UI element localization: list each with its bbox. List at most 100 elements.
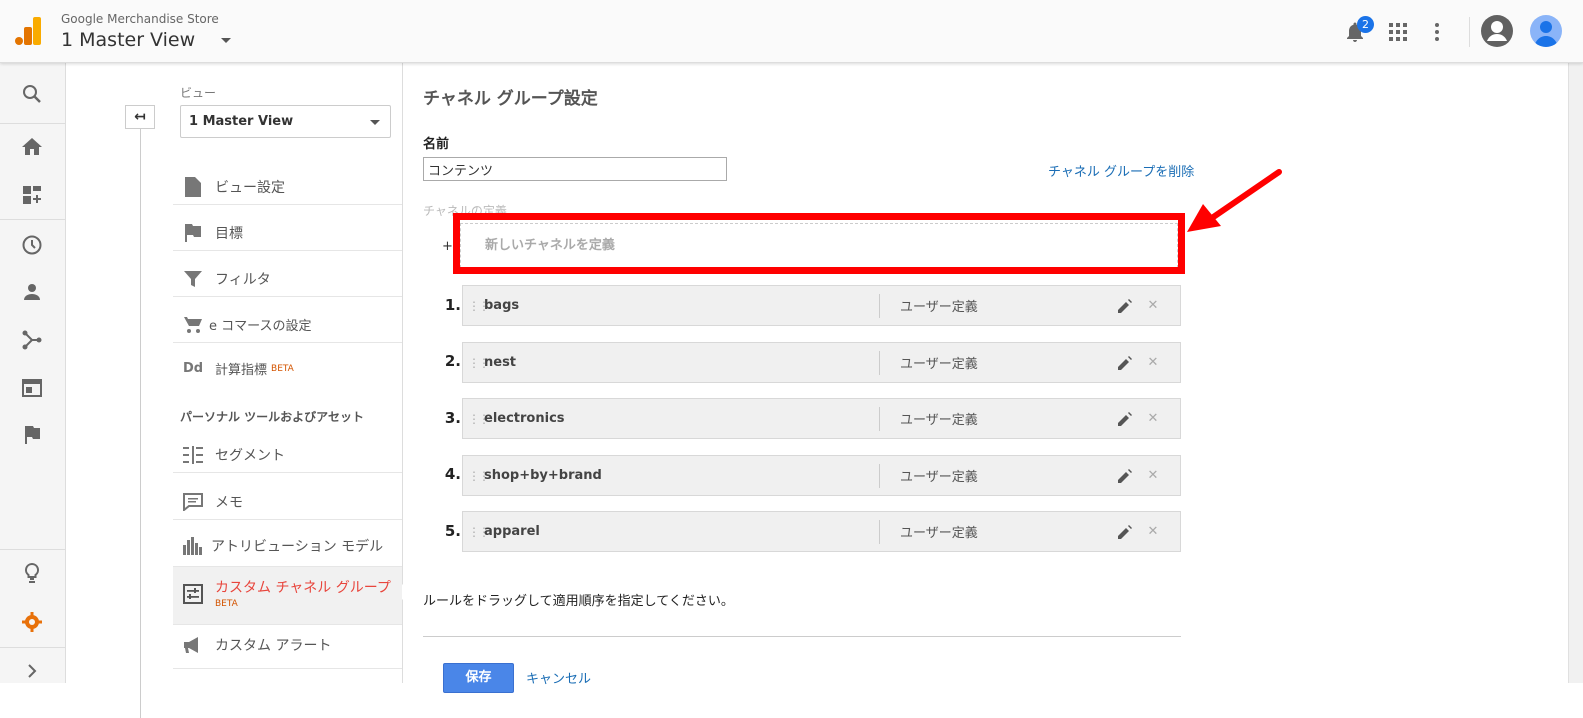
menu-item-custom-alerts[interactable]: カスタム アラート: [173, 627, 402, 662]
nav-divider: [0, 219, 66, 220]
drag-handle-icon[interactable]: ⋮⋮: [468, 525, 490, 539]
rule-name: apparel: [482, 519, 880, 544]
left-nav: [0, 63, 66, 683]
plus-icon: +: [442, 239, 453, 254]
rule-number: 1.: [444, 296, 461, 314]
rule-type: ユーザー定義: [900, 300, 978, 315]
menu-item-filters[interactable]: フィルタ: [173, 261, 402, 296]
define-new-channel-button[interactable]: 新しいチャネルを定義: [460, 223, 1178, 268]
drag-handle-icon[interactable]: ⋮⋮: [468, 356, 490, 370]
nav-divider: [0, 123, 66, 124]
analytics-logo-icon[interactable]: [15, 17, 41, 45]
settings-gear-icon[interactable]: [20, 610, 44, 634]
section-title: パーソナル ツールおよびアセット: [180, 410, 364, 424]
scrollbar[interactable]: [1568, 63, 1583, 683]
drag-handle-icon[interactable]: ⋮⋮: [468, 412, 490, 426]
nav-divider: [0, 647, 66, 648]
close-icon[interactable]: ✕: [1143, 298, 1163, 313]
menu-item-label: メモ: [215, 494, 243, 511]
lightbulb-icon[interactable]: [20, 561, 44, 585]
channel-rule-row[interactable]: ⋮⋮ electronics ユーザー定義 ✕: [462, 398, 1181, 439]
name-input[interactable]: [423, 157, 727, 181]
admin-view-panel: ↤ ビュー 1 Master View ビュー設定 目標 フィルタ e コマース…: [66, 63, 410, 718]
account-circle-icon[interactable]: [1481, 15, 1513, 47]
more-vert-icon[interactable]: [1425, 20, 1449, 44]
menu-item-annotations[interactable]: メモ: [173, 484, 402, 519]
close-icon[interactable]: ✕: [1143, 411, 1163, 426]
view-selector[interactable]: 1 Master View: [61, 29, 232, 51]
toolbar-divider: [1469, 17, 1470, 47]
menu-divider: [173, 342, 402, 343]
menu-item-calculated-metrics[interactable]: Dd 計算指標 BETA: [173, 351, 402, 386]
rule-type: ユーザー定義: [900, 526, 978, 541]
nav-divider: [0, 549, 66, 550]
menu-item-label: フィルタ: [215, 271, 271, 288]
behavior-icon[interactable]: [20, 376, 44, 400]
megaphone-icon: [181, 634, 205, 656]
menu-item-ecommerce[interactable]: e コマースの設定: [173, 307, 402, 342]
close-icon[interactable]: ✕: [1143, 468, 1163, 483]
menu-item-label: ビュー設定: [215, 179, 285, 196]
rule-type: ユーザー定義: [900, 470, 978, 485]
top-bar: Google Merchandise Store 1 Master View 2: [0, 0, 1583, 63]
rule-number: 4.: [444, 465, 461, 483]
menu-item-label: 目標: [215, 225, 243, 242]
drag-handle-icon[interactable]: ⋮⋮: [468, 299, 490, 313]
view-label: ビュー: [180, 86, 217, 100]
close-icon[interactable]: ✕: [1143, 355, 1163, 370]
rule-name: electronics: [482, 406, 880, 431]
channel-rule-row[interactable]: ⋮⋮ shop+by+brand ユーザー定義 ✕: [462, 455, 1181, 496]
dd-icon: Dd: [182, 361, 204, 376]
channel-rule-row[interactable]: ⋮⋮ bags ユーザー定義 ✕: [462, 285, 1181, 326]
definition-label: チャネルの定義: [423, 204, 507, 218]
pencil-icon[interactable]: [1115, 296, 1135, 316]
drag-handle-icon[interactable]: ⋮⋮: [468, 469, 490, 483]
channel-rule-row[interactable]: ⋮⋮ nest ユーザー定義 ✕: [462, 342, 1181, 383]
menu-item-label: 計算指標: [215, 363, 268, 378]
menu-item-attribution-models[interactable]: アトリビューション モデル: [173, 528, 402, 563]
chevron-right-icon[interactable]: [20, 659, 44, 683]
document-icon: [181, 176, 205, 198]
menu-item-goals[interactable]: 目標: [173, 215, 402, 250]
pencil-icon[interactable]: [1115, 466, 1135, 486]
pencil-icon[interactable]: [1115, 522, 1135, 542]
panel-spine: [140, 118, 141, 718]
menu-item-segments[interactable]: セグメント: [173, 437, 402, 472]
home-icon[interactable]: [20, 135, 44, 159]
apps-grid-icon[interactable]: [1386, 20, 1410, 44]
customization-icon[interactable]: [20, 183, 44, 207]
rule-number: 5.: [444, 522, 461, 540]
close-icon[interactable]: ✕: [1143, 524, 1163, 539]
view-name: 1 Master View: [61, 29, 196, 51]
menu-item-label: アトリビューション モデル: [211, 538, 384, 555]
cancel-link[interactable]: キャンセル: [526, 668, 591, 687]
cart-icon: [181, 314, 205, 336]
rule-type: ユーザー定義: [900, 413, 978, 428]
search-icon[interactable]: [20, 82, 44, 106]
rule-number: 3.: [444, 409, 461, 427]
account-name[interactable]: Google Merchandise Store: [61, 12, 219, 26]
view-dropdown[interactable]: 1 Master View: [180, 105, 391, 138]
acquisition-icon[interactable]: [20, 328, 44, 352]
user-avatar[interactable]: [1530, 15, 1562, 47]
filter-icon: [181, 268, 205, 290]
rule-name: bags: [482, 293, 880, 318]
rule-number: 2.: [444, 352, 461, 370]
flag-icon[interactable]: [20, 423, 44, 447]
page-title: チャネル グループ設定: [423, 89, 598, 109]
menu-item-label: セグメント: [215, 447, 285, 464]
beta-badge: BETA: [271, 363, 294, 374]
menu-item-view-settings[interactable]: ビュー設定: [173, 169, 402, 204]
rule-name: shop+by+brand: [482, 463, 880, 488]
delete-channel-group-link[interactable]: チャネル グループを削除: [1048, 161, 1194, 180]
arrow-annotation-icon: [1187, 169, 1282, 232]
back-button[interactable]: ↤: [125, 105, 155, 129]
save-button[interactable]: 保存: [443, 663, 514, 693]
menu-item-custom-channel-grouping[interactable]: カスタム チャネル グループ BETA: [173, 567, 402, 624]
pencil-icon[interactable]: [1115, 353, 1135, 373]
clock-icon[interactable]: [20, 233, 44, 257]
comment-icon: [181, 491, 205, 513]
channel-rule-row[interactable]: ⋮⋮ apparel ユーザー定義 ✕: [462, 511, 1181, 552]
pencil-icon[interactable]: [1115, 409, 1135, 429]
person-icon[interactable]: [20, 280, 44, 304]
